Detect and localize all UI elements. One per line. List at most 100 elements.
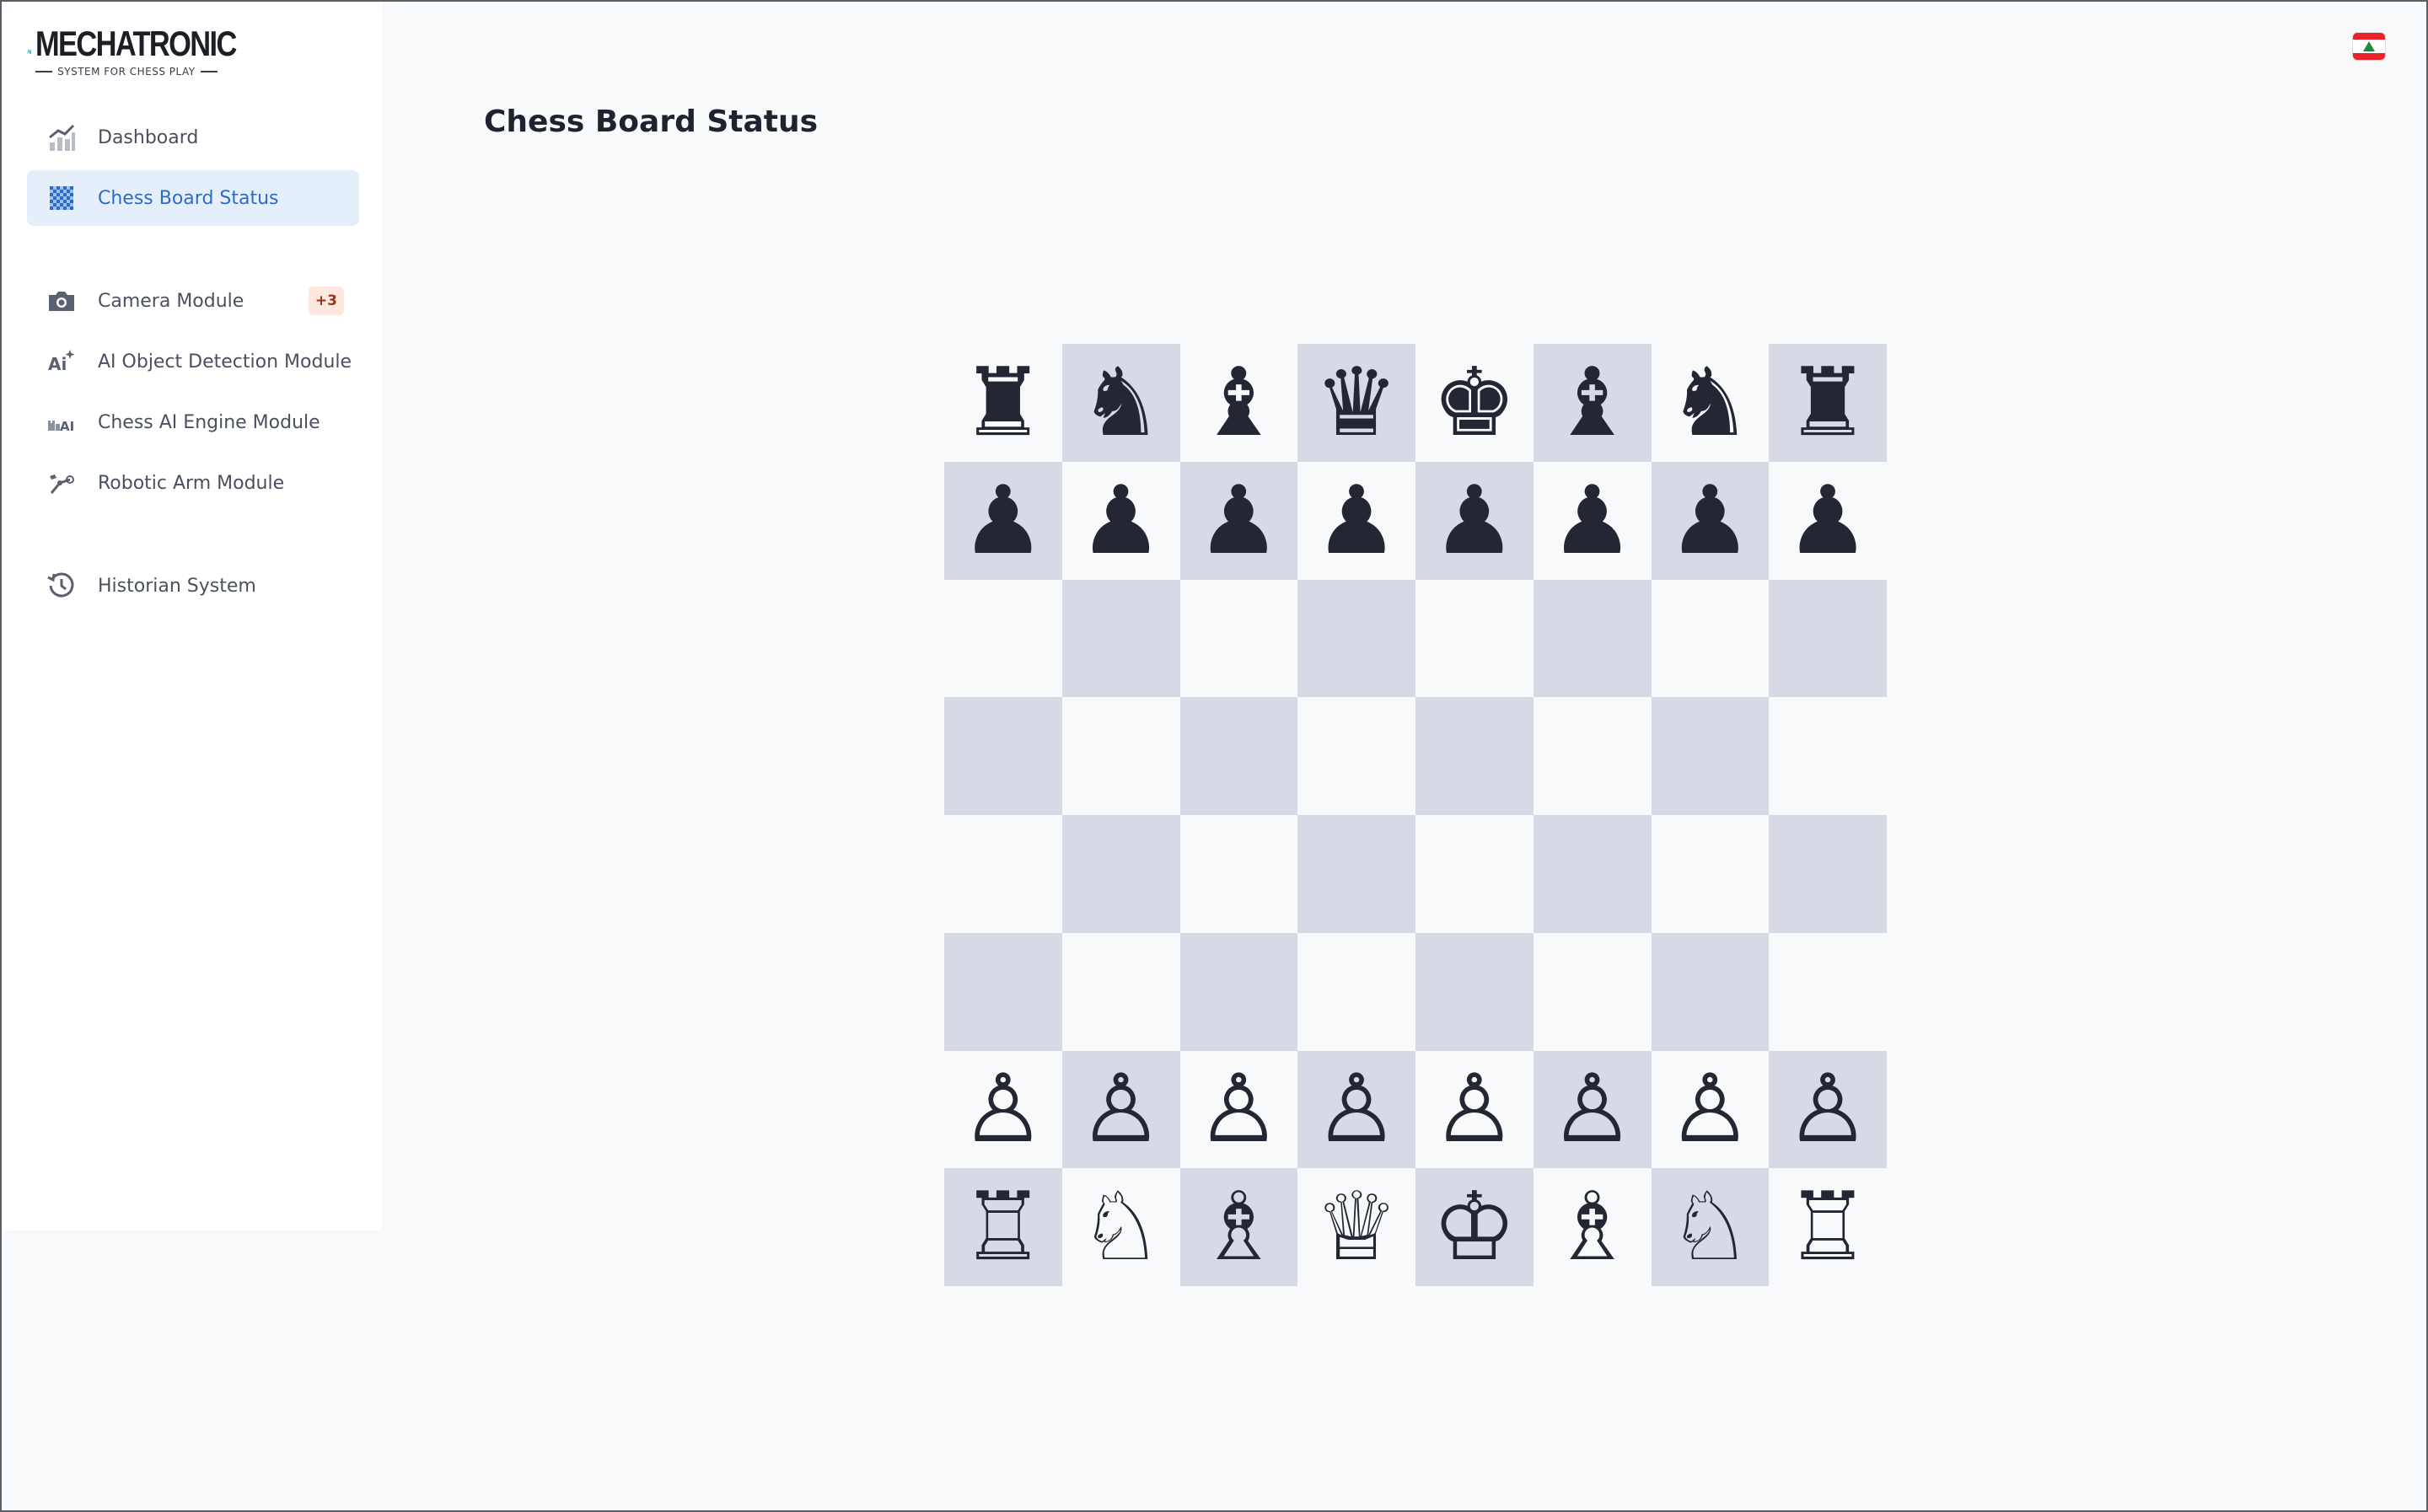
chess-piece-c8[interactable]: ♝ [1196,356,1281,450]
board-square-g8[interactable]: ♞ [1651,344,1770,462]
board-square-h4[interactable] [1769,815,1887,933]
board-square-a1[interactable]: ♖ [944,1168,1062,1286]
board-square-e3[interactable] [1415,932,1534,1051]
board-square-e4[interactable] [1415,815,1534,933]
board-square-c4[interactable] [1179,815,1298,933]
chess-piece-b1[interactable]: ♘ [1078,1180,1163,1274]
board-square-h1[interactable]: ♖ [1769,1168,1887,1286]
board-square-a2[interactable]: ♙ [944,1050,1062,1169]
board-square-c3[interactable] [1179,932,1298,1051]
brand-logo[interactable]: MECHATRONIC SYSTEM FOR CHESS PLAY [27,24,280,79]
board-square-c6[interactable] [1179,579,1298,698]
board-square-h8[interactable]: ♜ [1769,344,1887,462]
board-square-h3[interactable] [1769,932,1887,1051]
board-square-g2[interactable]: ♙ [1651,1050,1770,1169]
board-square-a3[interactable] [944,932,1062,1051]
board-square-g1[interactable]: ♘ [1651,1168,1770,1286]
board-square-b1[interactable]: ♘ [1061,1168,1180,1286]
board-square-b2[interactable]: ♙ [1061,1050,1180,1169]
sidebar-item-dashboard[interactable]: Dashboard [27,110,359,165]
board-square-d2[interactable]: ♙ [1297,1050,1415,1169]
chess-piece-g8[interactable]: ♞ [1668,356,1752,450]
sidebar-item-chess-board-status[interactable]: Chess Board Status [27,170,359,226]
chess-piece-a2[interactable]: ♙ [961,1062,1045,1156]
chess-piece-e8[interactable]: ♚ [1432,356,1517,450]
board-square-f7[interactable]: ♟ [1533,461,1652,580]
board-square-b4[interactable] [1061,815,1180,933]
chess-piece-g7[interactable]: ♟ [1668,474,1752,568]
chess-piece-a8[interactable]: ♜ [961,356,1045,450]
lebanon-flag-icon[interactable] [2352,32,2386,61]
board-square-d6[interactable] [1297,579,1415,698]
board-square-f8[interactable]: ♝ [1533,344,1652,462]
board-square-e7[interactable]: ♟ [1415,461,1534,580]
chess-piece-c2[interactable]: ♙ [1196,1062,1281,1156]
chess-piece-d7[interactable]: ♟ [1314,474,1399,568]
board-square-a8[interactable]: ♜ [944,344,1062,462]
chess-piece-g1[interactable]: ♘ [1668,1180,1752,1274]
sidebar-item-robotic-arm[interactable]: Robotic Arm Module [27,455,359,511]
board-square-f6[interactable] [1533,579,1652,698]
chess-piece-h7[interactable]: ♟ [1786,474,1870,568]
chess-piece-g2[interactable]: ♙ [1668,1062,1752,1156]
board-square-e1[interactable]: ♔ [1415,1168,1534,1286]
chess-piece-b8[interactable]: ♞ [1078,356,1163,450]
board-square-d3[interactable] [1297,932,1415,1051]
board-square-f1[interactable]: ♗ [1533,1168,1652,1286]
board-square-e8[interactable]: ♚ [1415,344,1534,462]
board-square-d1[interactable]: ♕ [1297,1168,1415,1286]
board-square-b3[interactable] [1061,932,1180,1051]
board-square-a4[interactable] [944,815,1062,933]
sidebar-item-chess-ai-engine[interactable]: AI Chess AI Engine Module [27,394,359,450]
board-square-f4[interactable] [1533,815,1652,933]
sidebar-item-historian-system[interactable]: Historian System [27,558,359,614]
board-square-a5[interactable] [944,697,1062,815]
board-square-f5[interactable] [1533,697,1652,815]
chess-piece-f7[interactable]: ♟ [1550,474,1634,568]
board-square-g5[interactable] [1651,697,1770,815]
board-square-g7[interactable]: ♟ [1651,461,1770,580]
board-square-b8[interactable]: ♞ [1061,344,1180,462]
chess-piece-f2[interactable]: ♙ [1550,1062,1634,1156]
chess-piece-d2[interactable]: ♙ [1314,1062,1399,1156]
board-square-d8[interactable]: ♛ [1297,344,1415,462]
board-square-b7[interactable]: ♟ [1061,461,1180,580]
chess-piece-c1[interactable]: ♗ [1196,1180,1281,1274]
chess-piece-f1[interactable]: ♗ [1550,1180,1634,1274]
chess-piece-e1[interactable]: ♔ [1432,1180,1517,1274]
chess-piece-b2[interactable]: ♙ [1078,1062,1163,1156]
chess-piece-f8[interactable]: ♝ [1550,356,1634,450]
board-square-e6[interactable] [1415,579,1534,698]
chess-piece-d8[interactable]: ♛ [1314,356,1399,450]
chess-piece-h2[interactable]: ♙ [1786,1062,1870,1156]
sidebar-item-camera-module[interactable]: Camera Module +3 [27,273,359,329]
chess-piece-a1[interactable]: ♖ [961,1180,1045,1274]
board-square-d5[interactable] [1297,697,1415,815]
chess-piece-c7[interactable]: ♟ [1196,474,1281,568]
board-square-e5[interactable] [1415,697,1534,815]
board-square-f2[interactable]: ♙ [1533,1050,1652,1169]
board-square-b6[interactable] [1061,579,1180,698]
board-square-d4[interactable] [1297,815,1415,933]
chess-piece-e2[interactable]: ♙ [1432,1062,1517,1156]
board-square-g6[interactable] [1651,579,1770,698]
chess-piece-e7[interactable]: ♟ [1432,474,1517,568]
board-square-h2[interactable]: ♙ [1769,1050,1887,1169]
sidebar-item-ai-object-detection[interactable]: Ai AI Object Detection Module [27,334,359,389]
board-square-h6[interactable] [1769,579,1887,698]
board-square-c7[interactable]: ♟ [1179,461,1298,580]
chess-piece-b7[interactable]: ♟ [1078,474,1163,568]
chess-piece-d1[interactable]: ♕ [1314,1180,1399,1274]
board-square-e2[interactable]: ♙ [1415,1050,1534,1169]
board-square-h7[interactable]: ♟ [1769,461,1887,580]
board-square-a7[interactable]: ♟ [944,461,1062,580]
board-square-c2[interactable]: ♙ [1179,1050,1298,1169]
board-square-c5[interactable] [1179,697,1298,815]
board-square-c8[interactable]: ♝ [1179,344,1298,462]
board-square-f3[interactable] [1533,932,1652,1051]
board-square-g3[interactable] [1651,932,1770,1051]
chess-piece-h8[interactable]: ♜ [1786,356,1870,450]
chess-piece-a7[interactable]: ♟ [961,474,1045,568]
board-square-g4[interactable] [1651,815,1770,933]
board-square-c1[interactable]: ♗ [1179,1168,1298,1286]
